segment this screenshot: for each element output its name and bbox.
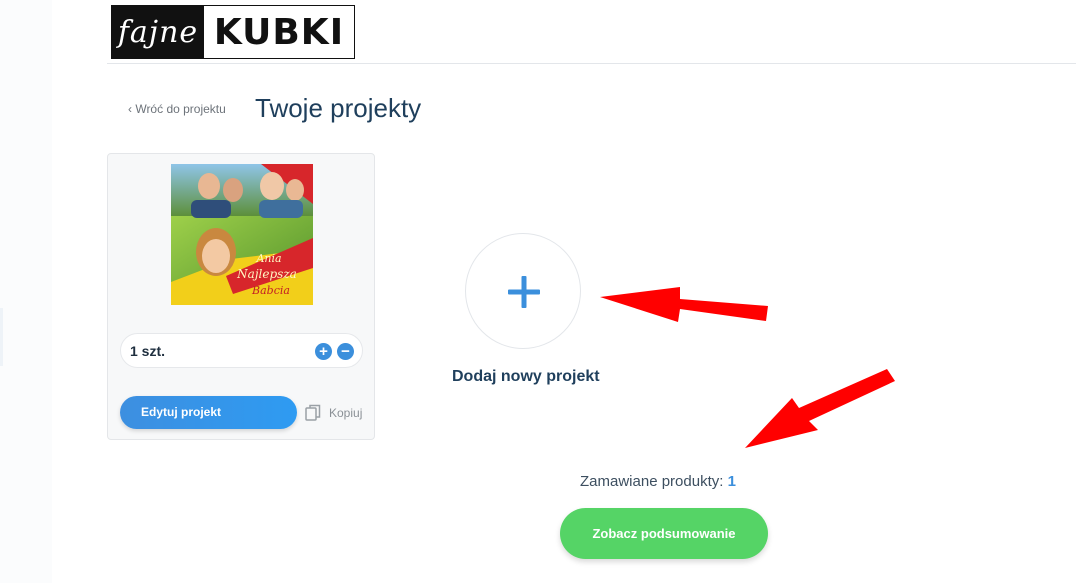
left-panel-marker <box>0 308 3 366</box>
add-project-label[interactable]: Dodaj nowy projekt <box>452 368 600 386</box>
edit-project-button[interactable]: Edytuj projekt <box>120 396 297 429</box>
ordered-products-text: Zamawiane produkty: 1 <box>580 473 736 490</box>
design-text-line: Najlepsza <box>236 267 297 281</box>
left-panel-strip <box>0 0 52 583</box>
quantity-decrease-icon[interactable]: − <box>337 343 354 360</box>
add-project-button[interactable] <box>465 233 581 349</box>
mug-design-image: Ania Najlepsza Babcia <box>171 164 313 305</box>
design-text-role: Babcia <box>251 284 290 297</box>
project-thumbnail[interactable]: Ania Najlepsza Babcia <box>171 164 313 305</box>
quantity-increase-icon[interactable]: + <box>315 343 332 360</box>
ordered-products-label: Zamawiane produkty: <box>580 473 724 490</box>
quantity-label: 1 szt. <box>130 343 166 359</box>
plus-icon <box>508 276 540 308</box>
copy-project-label[interactable]: Kopiuj <box>329 406 362 420</box>
back-to-project-link[interactable]: ‹ Wróć do projektu <box>128 102 226 116</box>
header-divider <box>107 63 1076 64</box>
red-arrow-icon <box>600 287 768 322</box>
red-arrow-icon <box>745 369 895 448</box>
page-title: Twoje projekty <box>255 93 422 123</box>
quantity-stepper: 1 szt. + − <box>120 333 363 368</box>
logo-brand-text: KUBKI <box>204 6 354 58</box>
ordered-products-count: 1 <box>727 473 736 490</box>
project-card: Ania Najlepsza Babcia 1 szt. + − Edytuj … <box>107 153 375 440</box>
site-logo[interactable]: fajne KUBKI <box>111 5 355 59</box>
view-summary-button[interactable]: Zobacz podsumowanie <box>560 508 768 559</box>
logo-script-text: fajne <box>112 6 204 58</box>
copy-icon[interactable] <box>305 404 321 421</box>
design-text-name: Ania <box>255 252 281 265</box>
